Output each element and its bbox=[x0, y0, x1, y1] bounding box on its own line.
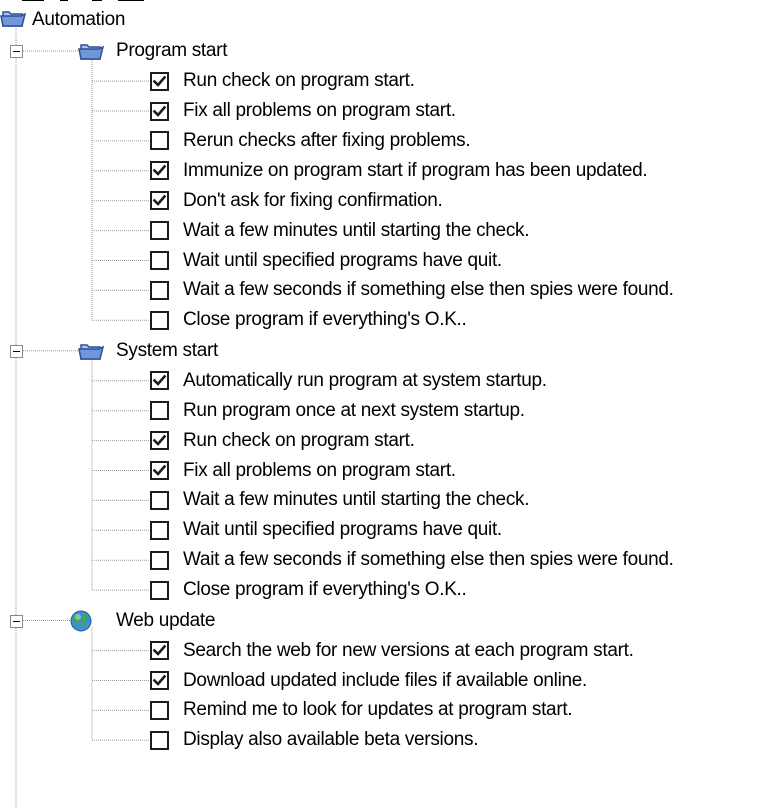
checkbox-unchecked[interactable] bbox=[150, 221, 169, 241]
checkbox-checked[interactable] bbox=[150, 371, 169, 391]
checkbox-checked[interactable] bbox=[150, 641, 169, 661]
checkbox-unchecked[interactable] bbox=[150, 730, 169, 750]
option-item[interactable]: Run check on program start. bbox=[150, 426, 415, 456]
checkbox-checked[interactable] bbox=[150, 161, 169, 181]
option-label: Display also available beta versions. bbox=[183, 729, 479, 751]
tree-node-web-update[interactable]: Web update bbox=[0, 606, 500, 636]
option-label: Close program if everything's O.K.. bbox=[183, 309, 467, 331]
folder-icon bbox=[78, 341, 110, 366]
option-item[interactable]: Wait until specified programs have quit. bbox=[150, 246, 502, 276]
checkbox-checked[interactable] bbox=[150, 101, 169, 121]
option-label: Wait a few minutes until starting the ch… bbox=[183, 489, 530, 511]
option-label: Wait a few seconds if something else the… bbox=[183, 279, 674, 301]
option-item[interactable]: Wait a few minutes until starting the ch… bbox=[150, 485, 530, 515]
option-label: Wait until specified programs have quit. bbox=[183, 249, 502, 271]
option-label: Remind me to look for updates at program… bbox=[183, 699, 573, 721]
option-label: Wait until specified programs have quit. bbox=[183, 519, 502, 541]
checkbox-unchecked[interactable] bbox=[150, 700, 169, 720]
checkbox-unchecked[interactable] bbox=[150, 251, 169, 270]
option-item[interactable]: Close program if everything's O.K.. bbox=[150, 305, 467, 335]
option-label: Run program once at next system startup. bbox=[183, 399, 525, 421]
option-item[interactable]: Download updated include files if availa… bbox=[150, 666, 587, 696]
tree-node-automation[interactable]: Automation bbox=[0, 5, 125, 35]
folder-icon bbox=[78, 41, 110, 66]
option-label: Download updated include files if availa… bbox=[183, 669, 588, 691]
tree-node-label: System start bbox=[116, 339, 218, 361]
option-item[interactable]: Run program once at next system startup. bbox=[150, 396, 525, 426]
tree-node-label: Program start bbox=[116, 40, 228, 61]
option-label: Wait a few seconds if something else the… bbox=[183, 549, 674, 571]
globe-icon bbox=[70, 610, 100, 637]
option-item[interactable]: Automatically run program at system star… bbox=[150, 366, 547, 396]
checkbox-unchecked[interactable] bbox=[150, 550, 169, 570]
option-item[interactable]: Display also available beta versions. bbox=[150, 725, 478, 755]
option-item[interactable]: Immunize on program start if program has… bbox=[150, 156, 648, 186]
option-item[interactable]: Fix all problems on program start. bbox=[150, 456, 456, 486]
option-label: Don't ask for fixing confirmation. bbox=[183, 189, 443, 211]
option-label: Wait a few minutes until starting the ch… bbox=[183, 219, 530, 241]
option-item[interactable]: Wait a few seconds if something else the… bbox=[150, 545, 674, 575]
checkbox-checked[interactable] bbox=[150, 71, 169, 91]
checkbox-unchecked[interactable] bbox=[150, 131, 169, 151]
option-item[interactable]: Wait until specified programs have quit. bbox=[150, 515, 502, 545]
checkbox-checked[interactable] bbox=[150, 431, 169, 451]
checkbox-unchecked[interactable] bbox=[150, 280, 169, 300]
checkbox-checked[interactable] bbox=[150, 461, 169, 480]
collapse-toggle-icon[interactable] bbox=[10, 45, 23, 58]
checkbox-unchecked[interactable] bbox=[150, 310, 169, 330]
collapse-toggle-icon[interactable] bbox=[10, 344, 23, 358]
option-label: Rerun checks after fixing problems. bbox=[183, 129, 471, 151]
option-item[interactable]: Wait a few seconds if something else the… bbox=[150, 275, 674, 305]
checkbox-unchecked[interactable] bbox=[150, 490, 169, 510]
checkbox-checked[interactable] bbox=[150, 191, 169, 211]
option-item[interactable]: Remind me to look for updates at program… bbox=[150, 695, 573, 725]
tree-node-label: Automation bbox=[32, 9, 126, 30]
folder-icon bbox=[0, 8, 32, 33]
checkbox-checked[interactable] bbox=[150, 671, 169, 690]
option-item[interactable]: Close program if everything's O.K.. bbox=[150, 575, 467, 605]
checkbox-unchecked[interactable] bbox=[150, 520, 169, 540]
option-label: Close program if everything's O.K.. bbox=[183, 579, 467, 601]
automation-options-tree: Automation Program start Run check on pro… bbox=[0, 0, 758, 808]
checkbox-unchecked[interactable] bbox=[150, 580, 169, 600]
option-item[interactable]: Run check on program start. bbox=[150, 66, 415, 96]
option-label: Fix all problems on program start. bbox=[183, 459, 456, 481]
option-label: Fix all problems on program start. bbox=[183, 100, 456, 121]
option-label: Run check on program start. bbox=[183, 70, 415, 92]
option-item[interactable]: Fix all problems on program start. bbox=[150, 96, 456, 126]
option-item[interactable]: Don't ask for fixing confirmation. bbox=[150, 186, 443, 216]
tree-node-label: Web update bbox=[116, 609, 216, 631]
option-item[interactable]: Rerun checks after fixing problems. bbox=[150, 126, 471, 156]
option-label: Immunize on program start if program has… bbox=[183, 159, 648, 181]
option-label: Automatically run program at system star… bbox=[183, 369, 547, 391]
tree-node-system-start[interactable]: System start bbox=[0, 336, 500, 366]
option-item[interactable]: Search the web for new versions at each … bbox=[150, 636, 634, 666]
option-label: Run check on program start. bbox=[183, 429, 415, 451]
checkbox-unchecked[interactable] bbox=[150, 401, 169, 421]
tree-node-program-start[interactable]: Program start bbox=[0, 36, 500, 66]
option-label: Search the web for new versions at each … bbox=[183, 639, 634, 661]
option-item[interactable]: Wait a few minutes until starting the ch… bbox=[150, 216, 530, 246]
collapse-toggle-icon[interactable] bbox=[10, 614, 23, 628]
